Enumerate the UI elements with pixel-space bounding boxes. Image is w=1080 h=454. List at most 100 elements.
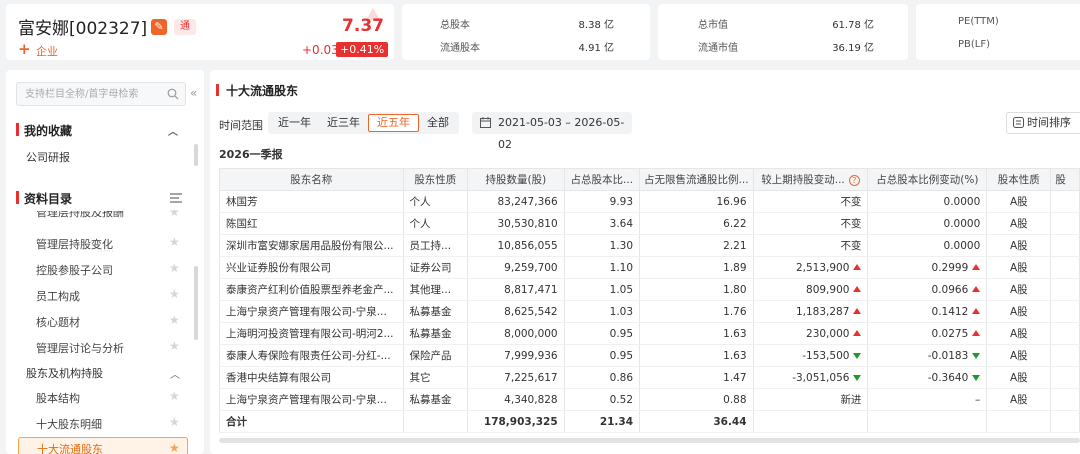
time-sort-button[interactable]: 时间排序 [1006, 112, 1080, 134]
col-header-shares[interactable]: 持股数量(股) [467, 168, 565, 191]
collapse-sidebar-icon[interactable]: « [190, 86, 197, 100]
cell-share-nature: A股 [986, 212, 1052, 235]
cell-holder-name[interactable]: 兴业证券股份有限公司 [219, 256, 404, 279]
table-row[interactable]: 深圳市富安娜家居用品股份有限公... 员工持... 10,856,055 1.30 2.… [219, 234, 1080, 257]
add-icon[interactable]: + [18, 41, 31, 57]
cell-shares-text: 10,856,055 [497, 239, 558, 252]
catalog-scrollbar[interactable] [194, 266, 198, 340]
cell-float-pct: 1.47 [639, 366, 754, 389]
cell-holder-name[interactable]: 上海明河投资管理有限公司-明河2... [219, 322, 404, 345]
cell-shares-text: 30,530,810 [497, 217, 558, 230]
cell-holder-type: 私募基金 [402, 388, 469, 411]
col-header-truncated[interactable]: 股 [1050, 168, 1080, 191]
search-input[interactable] [17, 83, 157, 105]
col-header-holder-name[interactable]: 股东名称 [219, 168, 404, 191]
triangle-down-icon [853, 352, 862, 359]
date-range-text: 2021-05-03 – 2026-05-02 [498, 116, 625, 151]
cell-holder-name[interactable]: 上海宁泉资产管理有限公司-宁泉... [219, 300, 404, 323]
range-1y-button[interactable]: 近一年 [270, 114, 319, 132]
table-row[interactable]: 陈国红 个人 30,530,810 3.64 6.22 不变 0.0000 A股 [219, 212, 1080, 235]
col-header-pct-change[interactable]: 占总股本比例变动(%) [867, 168, 988, 191]
star-icon[interactable]: ★ [169, 339, 180, 353]
col-header-float-pct[interactable]: 占无限售流通股比例... [639, 168, 754, 191]
cell-truncated [1050, 212, 1080, 235]
col-header-total-pct[interactable]: 占总股本比... [563, 168, 641, 191]
cell-holder-name-text: 陈国红 [226, 218, 258, 230]
edit-icon[interactable]: ✎ [151, 19, 167, 35]
add-enterprise-link[interactable]: 企业 [36, 43, 58, 59]
star-icon[interactable]: ★ [169, 210, 180, 219]
horizontal-scrollbar[interactable] [219, 438, 1080, 443]
table-row[interactable]: 上海明河投资管理有限公司-明河2... 私募基金 8,000,000 0.95 1.63… [219, 322, 1080, 345]
table-row[interactable]: 上海宁泉资产管理有限公司-宁泉... 私募基金 8,625,542 1.03 1.76 1… [219, 300, 1080, 323]
catalog-header[interactable]: 资料目录 [16, 188, 194, 210]
cell-share-nature-text: A股 [1009, 372, 1028, 384]
sidebar-item-share-structure[interactable]: 股本结构 [36, 390, 80, 406]
col-header-share-nature[interactable]: 股本性质 [986, 168, 1052, 191]
range-5y-button[interactable]: 近五年 [368, 114, 419, 132]
cell-change: 新进 [752, 388, 869, 411]
col-header-holder-type[interactable]: 股东性质 [402, 168, 469, 191]
sidebar-item-research[interactable]: 公司研报 [26, 149, 70, 165]
sidebar-item-top10-float-holders[interactable]: 十大流通股东 ★ [18, 437, 188, 454]
cell-holder-name[interactable]: 上海宁泉资产管理有限公司-宁泉... [219, 388, 404, 411]
table-row[interactable]: 上海宁泉资产管理有限公司-宁泉... 私募基金 4,340,828 0.52 0.88 新… [219, 388, 1080, 411]
cell-float-pct-text: 1.47 [723, 371, 747, 384]
star-icon[interactable]: ★ [169, 389, 180, 403]
cell-share-nature: A股 [986, 322, 1052, 345]
cell-holder-name[interactable]: 泰康资产红利价值股票型养老金产... [219, 278, 404, 301]
sidebar-item-employees[interactable]: 员工构成 [36, 288, 80, 304]
star-icon[interactable]: ★ [169, 441, 180, 454]
cell-holder-type-text: 证券公司 [409, 262, 452, 274]
table-row[interactable]: 香港中央结算有限公司 其它 7,225,617 0.86 1.47 -3,051,056 -… [219, 366, 1080, 389]
favorites-header[interactable]: 我的收藏 ︿ [16, 120, 194, 142]
cell-holder-name[interactable]: 泰康人寿保险有限责任公司-分红-... [219, 344, 404, 367]
favorites-scrollbar[interactable] [194, 144, 198, 166]
cell-pct-change-text: 0.0966 [931, 283, 969, 296]
triangle-up-icon [972, 263, 981, 270]
date-range-picker[interactable]: 2021-05-03 – 2026-05-02 [472, 112, 632, 151]
col-header-change-label: 较上期持股变动... [761, 174, 845, 186]
cell-total-pct-text: 3.64 [609, 217, 634, 230]
cell-share-nature: A股 [986, 190, 1052, 213]
cell-holder-name[interactable]: 林国芳 [219, 190, 404, 213]
sidebar-item-mgmt-holding[interactable]: 管理层持股变化 [36, 236, 113, 252]
cell-float-pct: 1.63 [639, 322, 754, 345]
range-all-button[interactable]: 全部 [419, 114, 457, 132]
connect-tag: 通 [174, 19, 196, 35]
chevron-up-icon[interactable]: ︿ [168, 123, 178, 138]
cell-holder-name-text: 香港中央结算有限公司 [226, 372, 331, 384]
metric-value: 4.91 亿 [578, 43, 614, 54]
cell-total-pct: 1.03 [563, 300, 641, 323]
page-title-text: 十大流通股东 [226, 84, 299, 98]
cell-empty [867, 410, 988, 433]
table-row[interactable]: 兴业证券股份有限公司 证券公司 9,259,700 1.10 1.89 2,513,900… [219, 256, 1080, 279]
star-icon[interactable]: ★ [169, 287, 180, 301]
star-icon[interactable]: ★ [169, 313, 180, 327]
table-row[interactable]: 泰康资产红利价值股票型养老金产... 其他理... 8,817,471 1.05 1.8… [219, 278, 1080, 301]
star-icon[interactable]: ★ [169, 261, 180, 275]
section-marker [16, 123, 19, 136]
search-icon[interactable] [167, 88, 179, 100]
col-header-change[interactable]: 较上期持股变动...? [752, 168, 869, 191]
star-icon[interactable]: ★ [169, 415, 180, 429]
sidebar-item-top10-holders[interactable]: 十大股东明细 [36, 416, 102, 432]
sidebar-item-mda[interactable]: 管理层讨论与分析 [36, 340, 124, 356]
cell-holder-name[interactable]: 深圳市富安娜家居用品股份有限公... [219, 234, 404, 257]
cell-holder-name-text: 深圳市富安娜家居用品股份有限公... [226, 240, 394, 252]
table-row[interactable]: 林国芳 个人 83,247,366 9.93 16.96 不变 0.0000 A股 [219, 190, 1080, 213]
table-row[interactable]: 泰康人寿保险有限责任公司-分红-... 保险产品 7,999,936 0.95 1.63… [219, 344, 1080, 367]
cell-shares-text: 4,340,828 [504, 393, 558, 406]
cell-holder-name[interactable]: 香港中央结算有限公司 [219, 366, 404, 389]
list-filter-icon[interactable] [170, 193, 182, 203]
cell-float-pct-text: 2.21 [723, 239, 747, 252]
chevron-up-icon[interactable]: ︿ [170, 366, 180, 381]
cell-holder-name[interactable]: 陈国红 [219, 212, 404, 235]
range-3y-button[interactable]: 近三年 [319, 114, 368, 132]
sidebar-item-subsidiaries[interactable]: 控股参股子公司 [36, 262, 113, 278]
sidebar-group-shareholders[interactable]: 股东及机构持股 [26, 365, 103, 381]
help-icon[interactable]: ? [848, 175, 860, 186]
sidebar-item-themes[interactable]: 核心题材 [36, 314, 80, 330]
star-icon[interactable]: ★ [169, 235, 180, 249]
sidebar-item-mgmt-pay[interactable]: 管理层持股及报酬 [36, 211, 124, 219]
